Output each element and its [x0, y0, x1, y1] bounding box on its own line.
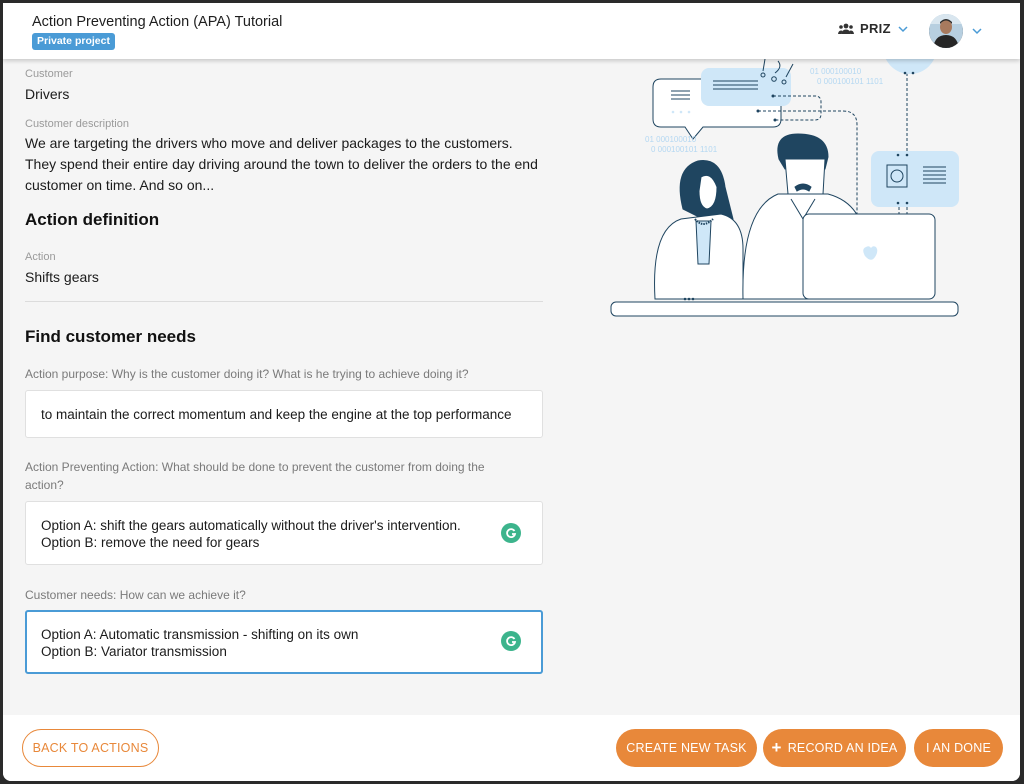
chevron-down-icon — [898, 25, 908, 32]
customer-needs-label: Customer needs: How can we achieve it? — [25, 588, 246, 602]
binary-text: 0 000100101 1101 — [651, 145, 718, 154]
apa-label: Action Preventing Action: What should be… — [25, 460, 485, 492]
find-customer-needs-title: Find customer needs — [25, 327, 196, 346]
customer-needs-textarea[interactable]: Option A: Automatic transmission - shift… — [25, 610, 543, 674]
user-avatar[interactable] — [929, 14, 963, 48]
record-idea-label: RECORD AN IDEA — [787, 741, 898, 755]
avatar-image — [929, 14, 963, 48]
back-to-actions-button[interactable]: BACK TO ACTIONS — [22, 729, 159, 767]
apa-line-2: Option B: remove the need for gears — [41, 535, 260, 550]
customer-label: Customer — [25, 68, 73, 80]
binary-text: 01 000100010 — [810, 67, 862, 76]
action-purpose-value: to maintain the correct momentum and kee… — [41, 406, 512, 422]
chevron-down-icon[interactable] — [971, 25, 983, 37]
needs-line-1: Option A: Automatic transmission - shift… — [41, 627, 359, 642]
action-label: Action — [25, 251, 56, 263]
customer-value: Drivers — [25, 86, 70, 102]
action-value: Shifts gears — [25, 269, 99, 285]
binary-text: 0 000100101 1101 — [817, 77, 884, 86]
customer-description-label: Customer description — [25, 118, 129, 130]
action-definition-title: Action definition — [25, 210, 160, 229]
footer-actions: BACK TO ACTIONS CREATE NEW TASK + RECORD… — [3, 715, 1020, 781]
needs-line-2: Option B: Variator transmission — [41, 644, 227, 659]
grammarly-icon[interactable] — [501, 631, 521, 651]
section-divider — [25, 301, 543, 302]
record-idea-button[interactable]: + RECORD AN IDEA — [763, 729, 906, 767]
i-am-done-button[interactable]: I AN DONE — [914, 729, 1003, 767]
top-bar: Action Preventing Action (APA) Tutorial … — [3, 3, 1020, 59]
team-name: PRIZ — [860, 21, 891, 36]
apa-textarea[interactable]: Option A: shift the gears automatically … — [25, 501, 543, 565]
action-purpose-label: Action purpose: Why is the customer doin… — [25, 367, 469, 381]
private-project-badge: Private project — [32, 33, 115, 50]
action-purpose-input[interactable]: to maintain the correct momentum and kee… — [25, 390, 543, 438]
binary-text: 01 000100010 — [645, 135, 697, 144]
apa-line-1: Option A: shift the gears automatically … — [41, 518, 461, 533]
team-selector[interactable]: PRIZ — [838, 21, 909, 36]
plus-icon: + — [771, 738, 782, 757]
project-title: Action Preventing Action (APA) Tutorial — [32, 14, 283, 30]
users-icon — [838, 23, 854, 34]
create-new-task-button[interactable]: CREATE NEW TASK — [616, 729, 757, 767]
grammarly-icon[interactable] — [501, 523, 521, 543]
app-window: Action Preventing Action (APA) Tutorial … — [3, 3, 1020, 781]
customer-description: We are targeting the drivers who move an… — [25, 135, 538, 193]
illustration-people-laptop: 01 000100010 0 000100101 1101 01 0001000… — [610, 59, 959, 317]
